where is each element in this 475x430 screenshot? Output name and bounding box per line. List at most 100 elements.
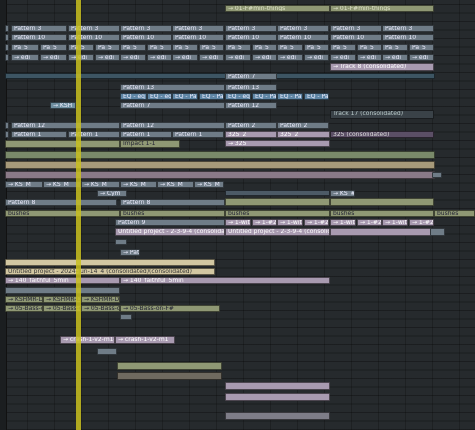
playlist-clip[interactable]: Pattern 1 — [11, 131, 67, 138]
playlist-clip[interactable]: Pattern 10 — [120, 34, 172, 41]
playlist-clip[interactable]: → KSH_4 — [50, 102, 76, 109]
playlist-clip[interactable]: bushes — [434, 210, 475, 217]
playlist-arrangement-view[interactable]: → 01-F#min-things → 01-F#min-things Patter… — [0, 0, 475, 430]
playlist-clip[interactable]: EQ - Par — [199, 93, 224, 100]
playlist-clip[interactable]: → 1-wit — [382, 219, 408, 226]
playlist-clip[interactable]: → 1-#2 — [357, 219, 382, 226]
playlist-clip[interactable]: → 140_faithful_5min — [5, 277, 120, 284]
playlist-clip[interactable] — [5, 259, 215, 266]
playlist-clip[interactable]: Pa_5 — [40, 44, 67, 51]
playlist-clip[interactable]: EQ - Par — [304, 93, 329, 100]
playlist-clip[interactable]: → 1-#2 — [252, 219, 277, 226]
playlist-clip[interactable]: Pattern 3 — [172, 25, 224, 32]
playlist-clip[interactable] — [5, 25, 9, 32]
playlist-clip[interactable]: Pattern 10 — [11, 34, 67, 41]
playlist-clip[interactable]: Pattern 10 — [330, 34, 382, 41]
playlist-clip[interactable]: Pattern 3 — [11, 25, 67, 32]
playlist-clip[interactable] — [225, 393, 330, 401]
playlist-clip[interactable] — [5, 171, 435, 179]
playlist-clip[interactable]: Pa_5 — [409, 44, 434, 51]
playlist-clip[interactable] — [5, 44, 9, 51]
playlist-clip[interactable]: Untitled project - 2-3-9-4 (consolidated… — [115, 228, 225, 236]
playlist-clip[interactable] — [5, 54, 9, 61]
playlist-clip[interactable]: → Cym — [97, 190, 127, 197]
playlist-clip[interactable]: Pa_5 — [225, 44, 251, 51]
playlist-clip[interactable]: → edi — [68, 54, 94, 61]
playlist-clip[interactable]: → 1-#2 — [304, 219, 329, 226]
playlist-clip[interactable]: Pattern 1 — [172, 131, 224, 138]
playlist-clip[interactable]: → 325 — [225, 140, 330, 147]
playlist-clip[interactable]: → 05-Bass-on-F# — [81, 305, 120, 312]
playlist-clip[interactable]: → KSHMR-DL-F#mi — [5, 296, 43, 303]
playlist-clip[interactable]: → Track 8 (consolidated) — [330, 63, 434, 71]
playlist-clip[interactable]: Pattern 12 — [11, 122, 120, 129]
playlist-clip[interactable]: → edi — [382, 54, 408, 61]
playlist-clip[interactable]: Pa_5 — [252, 44, 277, 51]
playlist-clip[interactable]: Pattern 3 — [120, 25, 172, 32]
playlist-clip[interactable]: → crash-1-v2-m1 — [115, 336, 175, 344]
playlist-clip[interactable]: Pa_5 — [120, 44, 146, 51]
playlist-clip[interactable]: Pattern 8 — [5, 199, 117, 206]
playlist-clip[interactable]: Pattern 1 — [120, 131, 172, 138]
playlist-clip[interactable]: → edi — [277, 54, 303, 61]
playlist-clip[interactable] — [225, 382, 330, 390]
playlist-clip[interactable]: Pa_5 — [277, 44, 303, 51]
playlist-clip[interactable]: EQ - Par — [252, 93, 277, 100]
playlist-clip[interactable]: → edi — [172, 54, 198, 61]
playlist-clip[interactable]: → KS_#2 — [330, 190, 355, 197]
playlist-clip[interactable] — [432, 172, 442, 178]
playlist-clip[interactable]: → KS_M — [5, 181, 43, 188]
playlist-clip[interactable] — [330, 198, 434, 206]
playlist-clip[interactable]: Pattern 13 — [225, 84, 277, 91]
playlist-clip[interactable]: Pa_5 — [357, 44, 382, 51]
playlist-clip[interactable]: → KS_M — [194, 181, 224, 188]
playlist-clip[interactable]: → 05-Bass-on-F# — [5, 305, 43, 312]
playlist-clip[interactable]: Pa_5 — [382, 44, 408, 51]
playlist-clip[interactable]: bushes — [330, 210, 434, 217]
playlist-clip[interactable]: EQ - eq — [120, 93, 147, 100]
playlist-clip[interactable]: Pattern 7 — [225, 73, 277, 80]
playlist-clip[interactable]: → edi — [40, 54, 67, 61]
playlist-clip[interactable]: EQ - eq — [225, 93, 251, 100]
playlist-clip[interactable]: Pa_5 — [147, 44, 172, 51]
playlist-clip[interactable] — [117, 372, 222, 380]
playlist-clip[interactable] — [5, 161, 435, 169]
playlist-clip[interactable]: → edi — [120, 54, 146, 61]
playlist-clip[interactable]: Pattern 3 — [382, 25, 434, 32]
playlist-clip[interactable]: Pattern 10 — [277, 34, 329, 41]
playlist-clip[interactable]: → edi — [330, 54, 356, 61]
playlist-clip[interactable] — [225, 198, 330, 206]
playlist-clip[interactable]: Pattern 12 — [225, 102, 277, 109]
playlist-clip[interactable]: EQ - Par — [277, 93, 303, 100]
playlist-clip[interactable]: → 1-#2 — [409, 219, 434, 226]
playlist-clip[interactable]: Pattern 9 — [115, 219, 225, 226]
playlist-clip[interactable] — [330, 228, 434, 236]
playlist-clip[interactable]: → edi — [409, 54, 434, 61]
playlist-clip[interactable]: Pattern 10 — [382, 34, 434, 41]
playlist-clip[interactable]: Track 17 (consolidated) — [330, 110, 434, 119]
playlist-clip[interactable] — [225, 412, 330, 420]
playlist-clip[interactable]: → 1-wit — [277, 219, 303, 226]
playlist-clip[interactable]: → edi — [357, 54, 382, 61]
playlist-clip[interactable]: 325 (consolidated) — [330, 131, 434, 138]
playlist-clip[interactable]: → KS_M — [120, 181, 157, 188]
playlist-clip[interactable]: → edi — [95, 54, 120, 61]
playlist-clip[interactable]: Pa_5 — [95, 44, 120, 51]
playhead-marker[interactable] — [76, 0, 81, 430]
playlist-clip[interactable]: Pattern 7 — [120, 102, 225, 109]
playlist-clip[interactable]: Impact 1-1 — [120, 140, 180, 148]
playlist-clip[interactable]: Pattern 8 — [120, 199, 225, 206]
playlist-clip[interactable] — [225, 190, 330, 196]
playlist-clip[interactable]: → 01-F#min-things — [330, 5, 434, 12]
playlist-clip[interactable]: → 1-wit — [225, 219, 251, 226]
playlist-clip[interactable]: Pa_5 — [330, 44, 356, 51]
playlist-clip[interactable]: Pattern 10 — [225, 34, 277, 41]
playlist-clip[interactable]: → 1-wit — [330, 219, 356, 226]
playlist-clip[interactable] — [117, 362, 222, 370]
playlist-clip[interactable]: Pattern 2 — [277, 122, 329, 129]
playlist-clip[interactable]: → edi — [199, 54, 224, 61]
playlist-clip[interactable]: EQ - Par — [172, 93, 198, 100]
playlist-clip[interactable]: → KSHMR-DL-F#mi — [81, 296, 120, 303]
playlist-clip[interactable] — [115, 239, 127, 245]
playlist-clip[interactable]: Pa_5 — [11, 44, 39, 51]
